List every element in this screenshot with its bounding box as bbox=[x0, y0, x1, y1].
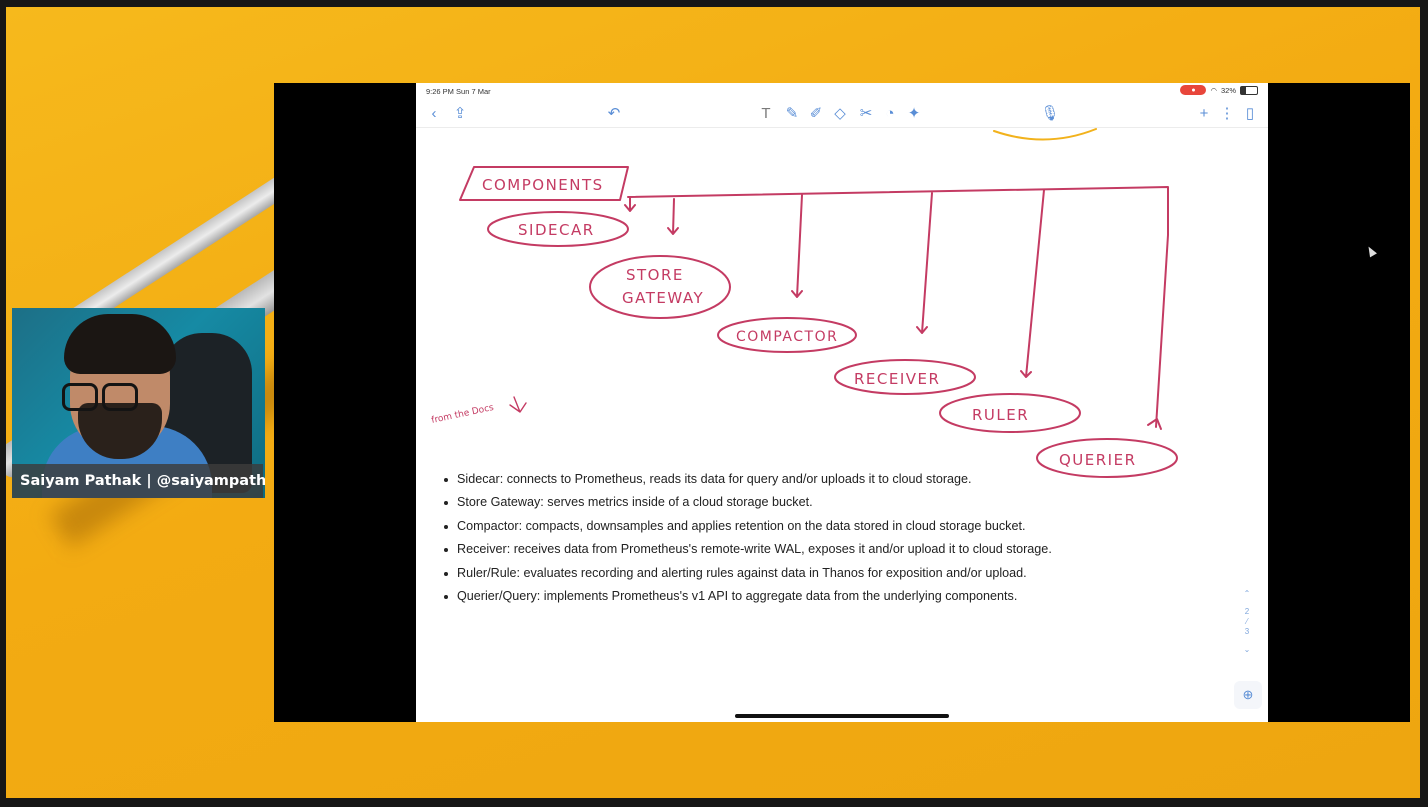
page-indicator: ⌃ 2 ⁄ 3 ⌄ bbox=[1240, 589, 1254, 655]
presenter-name: Saiyam Pathak | @saiyampathak bbox=[12, 464, 265, 498]
annotation-label: from the Docs bbox=[431, 403, 496, 426]
list-item: Ruler/Rule: evaluates recording and aler… bbox=[444, 562, 1052, 585]
eraser-icon[interactable]: ◇ bbox=[830, 103, 850, 123]
glasses bbox=[102, 383, 138, 411]
components-list: Sidecar: connects to Prometheus, reads i… bbox=[444, 468, 1052, 608]
battery-percent: 32% bbox=[1220, 85, 1236, 95]
list-item: Compactor: compacts, downsamples and app… bbox=[444, 515, 1052, 538]
add-page-icon[interactable]: + bbox=[1194, 103, 1214, 123]
webcam-overlay: Saiyam Pathak | @saiyampathak bbox=[12, 308, 265, 498]
status-bar: 9:26 PM Sun 7 Mar ● ◠ 32% bbox=[416, 83, 1268, 99]
status-time: 9:26 PM Sun 7 Mar bbox=[426, 87, 491, 96]
page-separator: ⁄ bbox=[1246, 617, 1248, 626]
highlighter-icon[interactable]: ✐ bbox=[806, 103, 826, 123]
list-item: Store Gateway: serves metrics inside of … bbox=[444, 491, 1052, 514]
annotation-arrow bbox=[509, 396, 527, 413]
gateway-label: GATEWAY bbox=[622, 289, 704, 307]
hair bbox=[64, 314, 176, 374]
arrow-ruler bbox=[1020, 189, 1045, 378]
sidecar-label: SIDECAR bbox=[518, 221, 595, 239]
more-icon[interactable]: ⋮ bbox=[1217, 103, 1237, 123]
handwritten-diagram: COMPONENTS SIDECAR STORE GATEWAY COMPACT… bbox=[431, 128, 1178, 478]
undo-icon[interactable]: ↶ bbox=[604, 103, 624, 123]
ipad-notes-app: 9:26 PM Sun 7 Mar ● ◠ 32% ‹ ⇪ ↶ T ✎ ✐ ◇ … bbox=[416, 83, 1268, 722]
list-item: Receiver: receives data from Prometheus'… bbox=[444, 538, 1052, 561]
shared-screen: 9:26 PM Sun 7 Mar ● ◠ 32% ‹ ⇪ ↶ T ✎ ✐ ◇ … bbox=[274, 83, 1410, 722]
page-up-icon[interactable]: ⌃ bbox=[1240, 589, 1254, 599]
store-label: STORE bbox=[626, 266, 684, 284]
page-current: 2 bbox=[1244, 607, 1250, 616]
text-tool-icon[interactable]: T bbox=[756, 103, 776, 123]
querier-label: QUERIER bbox=[1059, 451, 1137, 469]
wifi-icon: ◠ bbox=[1210, 85, 1217, 95]
receiver-label: RECEIVER bbox=[854, 370, 940, 388]
page-total: 3 bbox=[1244, 627, 1250, 636]
battery-icon bbox=[1240, 85, 1258, 95]
arrow-sidecar bbox=[624, 196, 636, 212]
recording-icon: ● bbox=[1180, 85, 1207, 95]
shapes-icon[interactable]: ◔ bbox=[880, 103, 900, 123]
page-down-icon[interactable]: ⌄ bbox=[1240, 645, 1254, 655]
pages-icon[interactable]: ▯ bbox=[1240, 103, 1260, 123]
lasso-icon[interactable]: ✂ bbox=[856, 103, 876, 123]
arrow-receiver bbox=[916, 192, 933, 334]
trunk-line bbox=[627, 186, 1169, 428]
zoom-icon[interactable]: ⊕ bbox=[1234, 681, 1262, 709]
share-icon[interactable]: ⇪ bbox=[450, 103, 470, 123]
back-icon[interactable]: ‹ bbox=[424, 103, 444, 123]
toolbar: ‹ ⇪ ↶ T ✎ ✐ ◇ ✂ ◔ ✦ 🎙 + ⋮ ▯ bbox=[416, 99, 1268, 128]
previous-ellipse bbox=[993, 128, 1097, 141]
mic-icon[interactable]: 🎙 bbox=[1040, 103, 1060, 123]
pen-icon[interactable]: ✎ bbox=[782, 103, 802, 123]
components-label: COMPONENTS bbox=[482, 176, 604, 194]
list-item: Sidecar: connects to Prometheus, reads i… bbox=[444, 468, 1052, 491]
home-indicator bbox=[735, 714, 949, 718]
glasses bbox=[62, 383, 98, 411]
laser-icon[interactable]: ✦ bbox=[904, 103, 924, 123]
arrow-compactor bbox=[791, 194, 803, 298]
arrow-querier bbox=[1147, 418, 1162, 430]
list-item: Querier/Query: implements Prometheus's v… bbox=[444, 585, 1052, 608]
arrow-store bbox=[667, 198, 679, 235]
note-canvas[interactable]: COMPONENTS SIDECAR STORE GATEWAY COMPACT… bbox=[416, 127, 1268, 722]
ruler-label: RULER bbox=[972, 406, 1029, 424]
status-right: ● ◠ 32% bbox=[1180, 85, 1258, 95]
compactor-label: COMPACTOR bbox=[736, 329, 838, 345]
